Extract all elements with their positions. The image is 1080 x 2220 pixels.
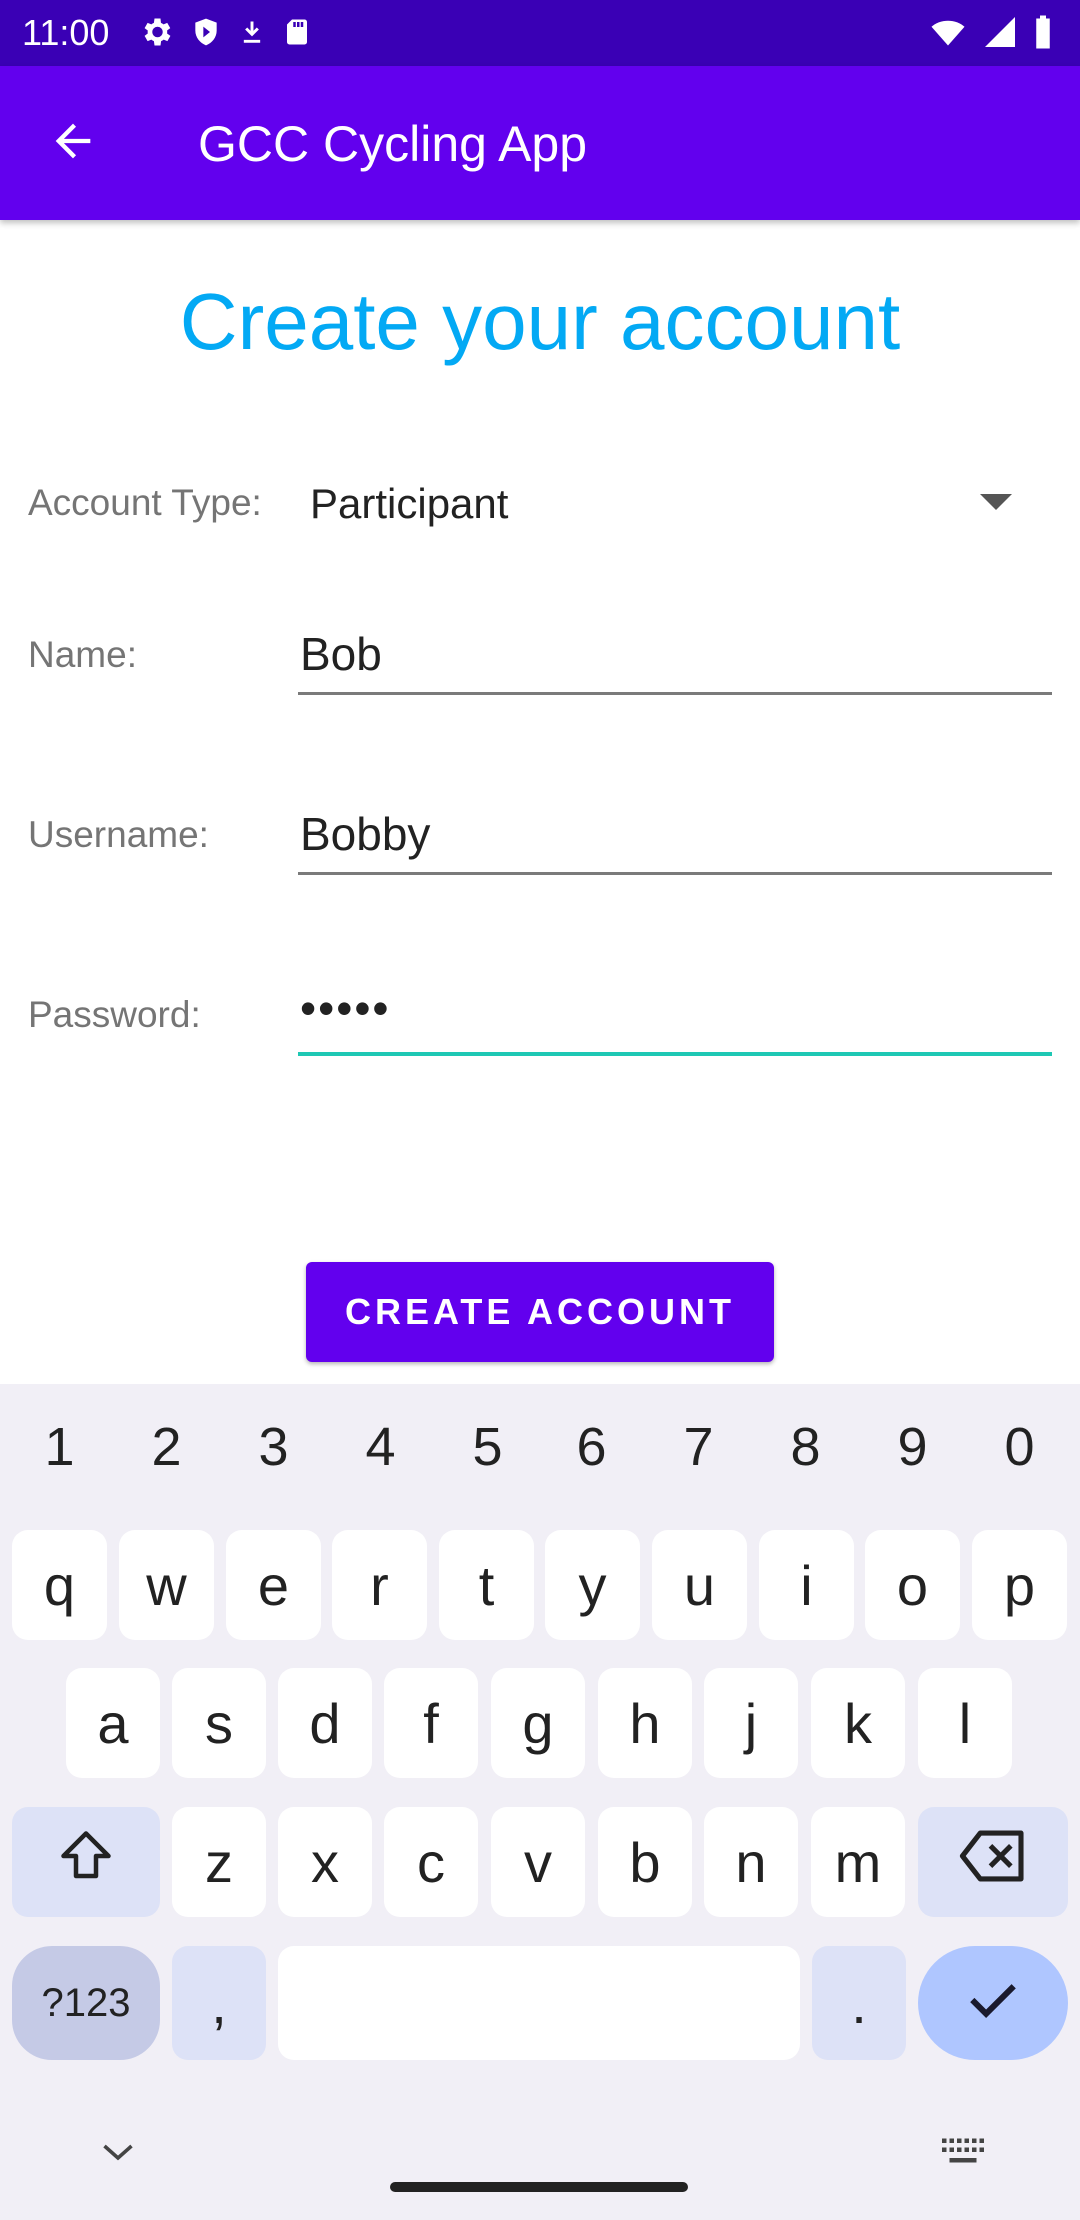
back-button[interactable] <box>42 112 104 174</box>
key-i[interactable]: i <box>759 1530 854 1640</box>
shift-icon <box>54 1826 118 1899</box>
key-w[interactable]: w <box>119 1530 214 1640</box>
backspace-icon <box>957 1828 1029 1897</box>
key-y[interactable]: y <box>545 1530 640 1640</box>
key-v[interactable]: v <box>491 1807 585 1917</box>
app-bar: GCC Cycling App <box>0 66 1080 220</box>
key-c[interactable]: c <box>384 1807 478 1917</box>
battery-icon <box>1032 14 1054 50</box>
key-z[interactable]: z <box>172 1807 266 1917</box>
backspace-key[interactable] <box>918 1807 1068 1917</box>
name-input[interactable]: Bob <box>298 618 1052 695</box>
key-u[interactable]: u <box>652 1530 747 1640</box>
username-label: Username: <box>28 814 209 855</box>
play-protect-icon <box>190 14 222 50</box>
dropdown-arrow-icon <box>980 494 1012 510</box>
key-0[interactable]: 0 <box>966 1412 1073 1482</box>
space-key[interactable] <box>278 1946 800 2060</box>
key-k[interactable]: k <box>811 1668 905 1778</box>
checkmark-icon <box>964 1971 1022 2036</box>
key-2[interactable]: 2 <box>113 1412 220 1482</box>
key-a[interactable]: a <box>66 1668 160 1778</box>
key-s[interactable]: s <box>172 1668 266 1778</box>
key-f[interactable]: f <box>384 1668 478 1778</box>
account-type-label: Account Type: <box>28 482 262 523</box>
key-q[interactable]: q <box>12 1530 107 1640</box>
key-j[interactable]: j <box>704 1668 798 1778</box>
keyboard-icon <box>940 2137 986 2172</box>
key-g[interactable]: g <box>491 1668 585 1778</box>
key-m[interactable]: m <box>811 1807 905 1917</box>
soft-keyboard <box>0 1384 1080 2220</box>
key-l[interactable]: l <box>918 1668 1012 1778</box>
arrow-back-icon <box>47 115 99 172</box>
symbols-key[interactable]: ?123 <box>12 1946 160 2060</box>
key-b[interactable]: b <box>598 1807 692 1917</box>
key-5[interactable]: 5 <box>434 1412 541 1482</box>
account-type-dropdown[interactable]: Participant <box>300 470 1030 540</box>
key-n[interactable]: n <box>704 1807 798 1917</box>
app-title: GCC Cycling App <box>198 116 588 172</box>
hide-keyboard-button[interactable] <box>96 2132 140 2176</box>
chevron-down-icon <box>100 2140 136 2169</box>
account-type-value: Participant <box>310 480 509 527</box>
comma-key[interactable]: , <box>172 1946 266 2060</box>
signal-icon <box>982 14 1018 50</box>
period-key[interactable]: . <box>812 1946 906 2060</box>
password-input[interactable]: ••••• <box>298 978 1052 1056</box>
password-label: Password: <box>28 994 201 1035</box>
gear-icon <box>138 14 174 50</box>
key-9[interactable]: 9 <box>859 1412 966 1482</box>
key-7[interactable]: 7 <box>645 1412 752 1482</box>
password-input-value: ••••• <box>300 982 391 1034</box>
key-r[interactable]: r <box>332 1530 427 1640</box>
key-4[interactable]: 4 <box>327 1412 434 1482</box>
key-8[interactable]: 8 <box>752 1412 859 1482</box>
key-x[interactable]: x <box>278 1807 372 1917</box>
enter-key[interactable] <box>918 1946 1068 2060</box>
name-label: Name: <box>28 634 137 675</box>
username-input-value: Bobby <box>300 808 431 860</box>
keyboard-switch-button[interactable] <box>940 2134 986 2174</box>
key-h[interactable]: h <box>598 1668 692 1778</box>
status-bar: 11:00 <box>0 0 1080 66</box>
key-o[interactable]: o <box>865 1530 960 1640</box>
key-e[interactable]: e <box>226 1530 321 1640</box>
key-t[interactable]: t <box>439 1530 534 1640</box>
status-time: 11:00 <box>22 12 110 53</box>
page-title: Create your account <box>179 277 901 366</box>
shift-key[interactable] <box>12 1807 160 1917</box>
download-icon <box>238 14 266 50</box>
key-3[interactable]: 3 <box>220 1412 327 1482</box>
sd-card-icon <box>282 14 312 50</box>
key-p[interactable]: p <box>972 1530 1067 1640</box>
wifi-icon <box>928 14 968 50</box>
key-1[interactable]: 1 <box>6 1412 113 1482</box>
key-6[interactable]: 6 <box>538 1412 645 1482</box>
name-input-value: Bob <box>300 628 382 680</box>
gesture-nav-handle[interactable] <box>390 2182 688 2192</box>
username-input[interactable]: Bobby <box>298 798 1052 875</box>
create-account-button[interactable]: CREATE ACCOUNT <box>306 1262 774 1362</box>
key-d[interactable]: d <box>278 1668 372 1778</box>
